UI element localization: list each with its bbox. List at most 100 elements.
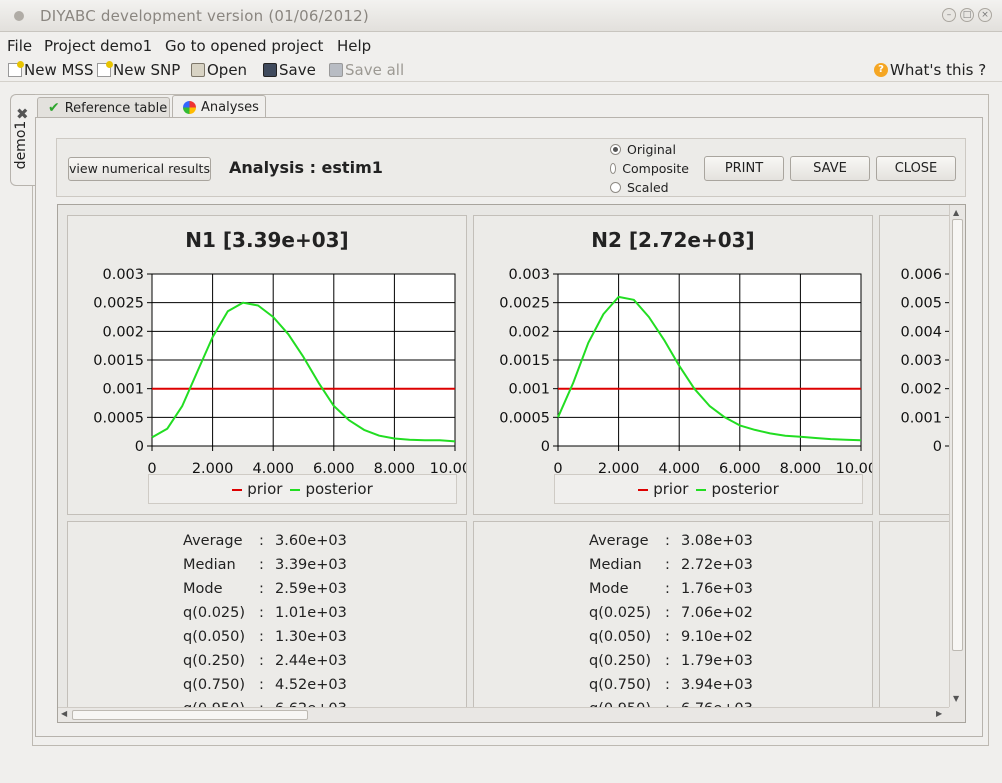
menu-project[interactable]: Project demo1 bbox=[44, 37, 152, 55]
scroll-right-icon[interactable]: ▶ bbox=[936, 709, 942, 718]
y-tick-label: 0.003 bbox=[102, 267, 144, 283]
menu-help[interactable]: Help bbox=[337, 37, 371, 55]
scroll-down-icon[interactable]: ▼ bbox=[953, 694, 959, 703]
scroll-left-icon[interactable]: ◀ bbox=[61, 709, 67, 718]
stat-value: 3.08e+03 bbox=[681, 533, 753, 549]
analysis-header: view numerical results Analysis : estim1… bbox=[56, 138, 966, 197]
horizontal-scrollbar[interactable]: ◀ ▶ bbox=[58, 707, 949, 722]
y-tick-label: 0.003 bbox=[508, 267, 550, 283]
stat-name: q(0.250) bbox=[183, 653, 246, 669]
floppy-stack-icon bbox=[329, 63, 343, 77]
chart-card-n1: N1 [3.39e+03] 0 0.0005 0.001 0.0015 0.002 0.0… bbox=[67, 215, 467, 515]
y-tick-label: 0 bbox=[541, 439, 550, 455]
menu-file[interactable]: File bbox=[7, 37, 32, 55]
horizontal-scroll-thumb[interactable] bbox=[72, 710, 308, 720]
save-button[interactable]: Save bbox=[263, 61, 316, 79]
y-tick-label: 0.001 bbox=[102, 382, 144, 398]
y-tick-label: 0.004 bbox=[900, 324, 942, 340]
y-tick-label: 0.0005 bbox=[93, 410, 144, 426]
stats-table-n1: Average:3.60e+03 Median:3.39e+03 Mode:2.59… bbox=[183, 529, 347, 721]
radio-original[interactable]: Original bbox=[610, 142, 676, 157]
y-tick-label: 0.0005 bbox=[499, 410, 550, 426]
y-tick-label: 0.003 bbox=[900, 353, 942, 369]
whats-this-button[interactable]: ? What's this ? bbox=[874, 61, 986, 79]
project-side-tab[interactable]: ✖ demo1 bbox=[10, 94, 35, 186]
open-button[interactable]: Open bbox=[191, 61, 247, 79]
stat-name: Average bbox=[183, 533, 243, 549]
stat-value: 3.39e+03 bbox=[275, 557, 347, 573]
stat-separator: : bbox=[259, 605, 264, 621]
y-tick-label: 0.001 bbox=[508, 382, 550, 398]
radio-scaled-label: Scaled bbox=[627, 180, 669, 195]
window-title: DIYABC development version (01/06/2012) bbox=[40, 7, 369, 25]
chart-legend: prior posterior bbox=[148, 474, 457, 504]
stat-name: Median bbox=[183, 557, 236, 573]
results-scroll-area[interactable]: N1 [3.39e+03] 0 0.0005 0.001 0.0015 0.002 0.0… bbox=[57, 204, 966, 723]
stat-name: q(0.750) bbox=[183, 677, 246, 693]
new-mss-button[interactable]: New MSS bbox=[8, 61, 93, 79]
stat-separator: : bbox=[665, 557, 670, 573]
radio-scaled-indicator[interactable] bbox=[610, 182, 621, 193]
scroll-corner bbox=[949, 707, 965, 722]
stat-value: 4.52e+03 bbox=[275, 677, 347, 693]
folder-icon bbox=[191, 63, 205, 77]
stat-value: 2.59e+03 bbox=[275, 581, 347, 597]
y-tick-label: 0.0015 bbox=[499, 353, 550, 369]
legend-prior: prior bbox=[232, 480, 282, 498]
stat-separator: : bbox=[665, 533, 670, 549]
y-tick-label: 0.002 bbox=[900, 382, 942, 398]
save-results-button[interactable]: SAVE bbox=[790, 156, 870, 181]
radio-composite-indicator[interactable] bbox=[610, 163, 617, 174]
stat-row: q(0.050):9.10e+02 bbox=[589, 625, 753, 649]
radio-original-indicator[interactable] bbox=[610, 144, 621, 155]
stat-separator: : bbox=[259, 653, 264, 669]
stat-row: q(0.750):4.52e+03 bbox=[183, 673, 347, 697]
stats-table-n2: Average:3.08e+03 Median:2.72e+03 Mode:1.76… bbox=[589, 529, 753, 721]
stat-value: 2.44e+03 bbox=[275, 653, 347, 669]
vertical-scroll-thumb[interactable] bbox=[952, 219, 963, 651]
project-tab-label: demo1 bbox=[13, 120, 29, 170]
stat-name: Mode bbox=[589, 581, 629, 597]
close-window-icon[interactable]: × bbox=[978, 8, 992, 22]
radio-composite[interactable]: Composite bbox=[610, 161, 689, 176]
menu-goto-project[interactable]: Go to opened project bbox=[165, 37, 323, 55]
y-tick-label: 0 bbox=[135, 439, 144, 455]
stat-separator: : bbox=[665, 605, 670, 621]
tab-reference-table[interactable]: ✔ Reference table bbox=[37, 97, 170, 118]
new-mss-label: New MSS bbox=[24, 61, 94, 79]
stat-value: 1.01e+03 bbox=[275, 605, 347, 621]
save-all-label: Save all bbox=[345, 61, 405, 79]
stat-name: q(0.050) bbox=[183, 629, 246, 645]
menu-bar: File Project demo1 Go to opened project … bbox=[0, 33, 1002, 57]
vertical-scrollbar[interactable]: ▲ ▼ bbox=[949, 205, 965, 707]
legend-prior: prior bbox=[638, 480, 688, 498]
save-all-button[interactable]: Save all bbox=[329, 61, 404, 79]
view-numerical-results-button[interactable]: view numerical results bbox=[68, 157, 211, 181]
whats-this-label: What's this ? bbox=[890, 61, 987, 79]
stat-row: q(0.750):3.94e+03 bbox=[589, 673, 753, 697]
toolbar: New MSS New SNP Open Save Save all ? Wha… bbox=[0, 58, 1002, 82]
stat-name: q(0.750) bbox=[589, 677, 652, 693]
tab-analyses[interactable]: Analyses bbox=[172, 95, 266, 118]
radio-composite-label: Composite bbox=[622, 161, 689, 176]
scroll-up-icon[interactable]: ▲ bbox=[953, 208, 959, 217]
stat-separator: : bbox=[665, 629, 670, 645]
maximize-icon[interactable]: □ bbox=[960, 8, 974, 22]
stat-row: q(0.025):1.01e+03 bbox=[183, 601, 347, 625]
y-tick-label: 0 bbox=[933, 439, 942, 455]
y-tick-label: 0.001 bbox=[900, 410, 942, 426]
print-button[interactable]: PRINT bbox=[704, 156, 784, 181]
stat-separator: : bbox=[665, 677, 670, 693]
open-label: Open bbox=[207, 61, 248, 79]
help-question-icon: ? bbox=[874, 63, 888, 77]
y-tick-label: 0.002 bbox=[102, 324, 144, 340]
stat-value: 2.72e+03 bbox=[681, 557, 753, 573]
stat-name: q(0.025) bbox=[589, 605, 652, 621]
stat-separator: : bbox=[665, 653, 670, 669]
stat-row: Median:2.72e+03 bbox=[589, 553, 753, 577]
stat-value: 1.30e+03 bbox=[275, 629, 347, 645]
radio-scaled[interactable]: Scaled bbox=[610, 180, 669, 195]
close-analysis-button[interactable]: CLOSE bbox=[876, 156, 956, 181]
new-snp-button[interactable]: New SNP bbox=[97, 61, 180, 79]
minimize-icon[interactable]: – bbox=[942, 8, 956, 22]
